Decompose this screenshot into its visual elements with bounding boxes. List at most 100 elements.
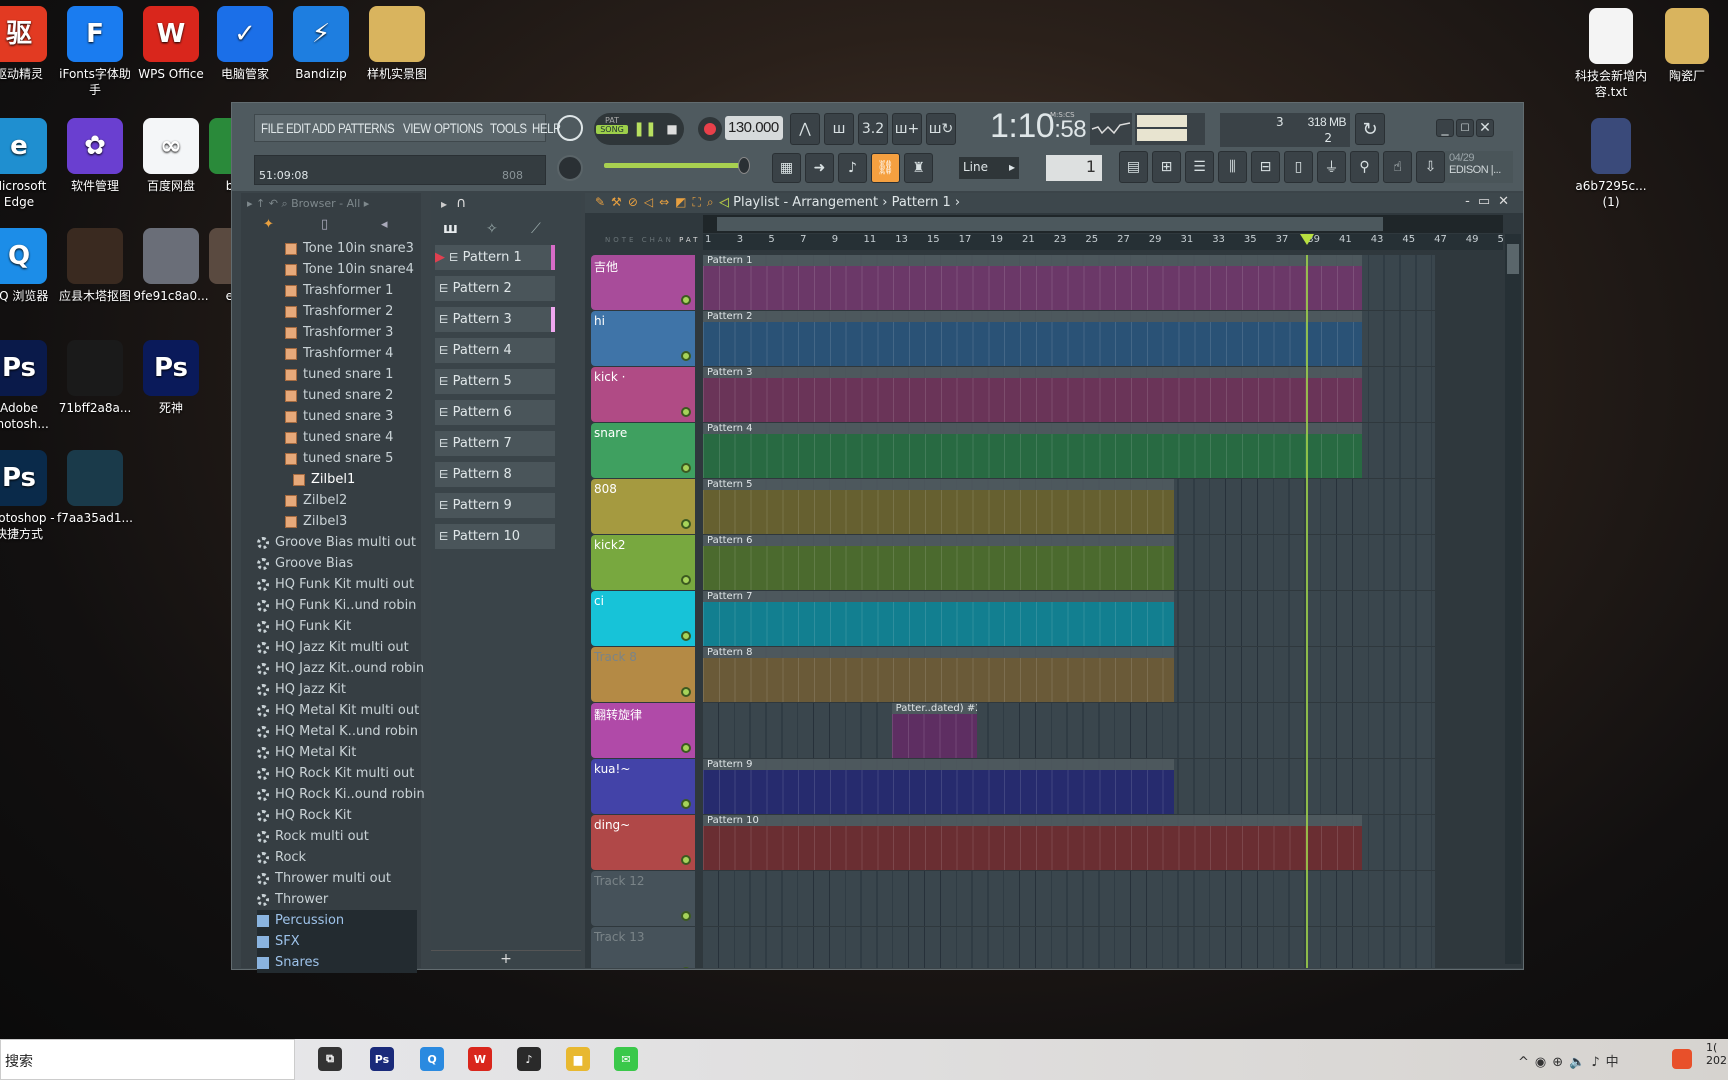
tempo-tapper-button[interactable]: ⚲ [1350, 151, 1379, 183]
menu-add[interactable]: ADD [312, 120, 335, 136]
menu-view[interactable]: VIEW [403, 120, 431, 136]
taskbar-task-view-icon[interactable]: ⧉ [318, 1047, 342, 1071]
slider-handle[interactable] [738, 157, 750, 174]
playlist-tools[interactable]: ✎⚒⊘◁⇔◩⛶⌕◁ [595, 195, 735, 210]
browser-item[interactable]: Percussion [257, 910, 417, 931]
browser-item[interactable]: Zilbel2 [285, 490, 347, 511]
stop-button[interactable]: ■ [660, 113, 684, 145]
overview-scrollbar[interactable] [703, 215, 1503, 233]
track-header[interactable]: Track 13 [591, 927, 695, 968]
browser-item[interactable]: HQ Rock Ki..ound robin [257, 784, 425, 805]
pattern-item[interactable]: ⋿ Pattern 4 [435, 338, 555, 363]
project-button[interactable]: ▯ [1284, 151, 1313, 183]
step-edit-button[interactable]: ш+ [892, 113, 922, 145]
track-lane[interactable] [703, 871, 1435, 926]
track-header[interactable]: snare [591, 423, 695, 478]
desktop-icon[interactable]: ✿ 软件管理 [56, 118, 134, 194]
track-mute-led[interactable] [681, 911, 691, 921]
playhead-marker[interactable] [1299, 234, 1314, 245]
desktop-icon[interactable]: 驱驱动精灵 [0, 6, 58, 82]
scroll-thumb[interactable] [717, 217, 1383, 231]
pattern-item[interactable]: ⋿ Pattern 10 [435, 524, 555, 549]
browser-item[interactable]: Trashformer 4 [285, 343, 393, 364]
play-icon[interactable]: ▸ [441, 197, 447, 211]
taskbar-wps-icon[interactable]: W [468, 1047, 492, 1071]
pattern-selector[interactable]: 1 [1046, 155, 1102, 181]
channel-rack-button[interactable]: ☰ [1185, 151, 1214, 183]
audio-icon[interactable]: ✧ [486, 221, 498, 237]
browser-item[interactable]: Thrower [257, 889, 328, 910]
browser-item[interactable]: tuned snare 2 [285, 385, 393, 406]
menu-file[interactable]: FILE [261, 120, 284, 136]
automation-icon[interactable]: ⟋ [531, 221, 541, 237]
browser-item[interactable]: Thrower multi out [257, 868, 391, 889]
clock[interactable]: 1(202 [1706, 1041, 1727, 1067]
browser-item[interactable]: HQ Metal K..und robin [257, 721, 418, 742]
breadcrumb-pattern[interactable]: Pattern 1 [892, 195, 951, 210]
pattern-clip[interactable]: Pattern 1 [703, 255, 1363, 310]
pattern-item[interactable]: ⋿ Pattern 9 [435, 493, 555, 518]
track-header[interactable]: Track 8 [591, 647, 695, 702]
snap-select[interactable]: Line ▸ [959, 157, 1019, 179]
track-mute-led[interactable] [681, 407, 691, 417]
browser-item[interactable]: Zilbel1 [293, 469, 355, 490]
taskbar-file-explorer-icon[interactable]: ▆ [566, 1047, 590, 1071]
desktop-icon[interactable]: ✓ 电脑管家 [206, 6, 284, 82]
taskbar-photoshop-icon[interactable]: Ps [370, 1047, 394, 1071]
close-button[interactable]: ✕ [1476, 119, 1494, 137]
browser-item[interactable]: SFX [257, 931, 417, 952]
track-mute-led[interactable] [681, 967, 691, 968]
menu-options[interactable]: OPTIONS [434, 120, 483, 136]
browser-item[interactable]: Snares [257, 952, 417, 973]
track-header[interactable]: Track 12 [591, 871, 695, 926]
snap-browser-icon[interactable]: ✦ [263, 217, 274, 232]
plugin-database-button[interactable]: ⏚ [1317, 151, 1346, 183]
desktop-icon[interactable]: Ps Adobe Photosh... [0, 340, 58, 432]
browser-item[interactable]: Tone 10in snare3 [285, 238, 414, 259]
scale-levels-button[interactable]: ♜ [904, 153, 933, 183]
track-header[interactable]: hi [591, 311, 695, 366]
browser-item[interactable]: tuned snare 4 [285, 427, 393, 448]
browser-item[interactable]: Zilbel3 [285, 511, 347, 532]
track-mute-led[interactable] [681, 519, 691, 529]
record-button[interactable] [698, 117, 722, 141]
track-mute-led[interactable] [681, 463, 691, 473]
browser-title[interactable]: Browser - All [291, 197, 360, 210]
pattern-item[interactable]: ⋿ Pattern 8 [435, 462, 555, 487]
plug-icon[interactable]: ◂ [381, 217, 388, 232]
browser-item[interactable]: tuned snare 5 [285, 448, 393, 469]
taskbar-fl-studio-icon[interactable]: ♪ [517, 1047, 541, 1071]
browser-item[interactable]: HQ Jazz Kit [257, 679, 346, 700]
track-mute-led[interactable] [681, 295, 691, 305]
desktop-icon[interactable]: 71bff2a8a... [56, 340, 134, 416]
pattern-clip[interactable]: Patter..dated) #2 [891, 703, 978, 758]
desktop-icon[interactable]: Ps 死神 [132, 340, 210, 416]
browser-item[interactable]: Rock [257, 847, 306, 868]
step-record-button[interactable]: ➜ [805, 153, 834, 183]
system-tray[interactable]: ^◉⊕🔈♪中 [1518, 1051, 1625, 1070]
pattern-item[interactable]: ⋿ Pattern 6 [435, 400, 555, 425]
multilink-button[interactable]: ⛓ [871, 153, 900, 183]
track-mute-led[interactable] [681, 575, 691, 585]
track-header[interactable]: 翻转旋律 [591, 703, 695, 758]
piano-icon[interactable]: ш [443, 221, 458, 237]
pattern-item[interactable]: ⋿ Pattern 7 [435, 431, 555, 456]
browser-item[interactable]: HQ Rock Kit [257, 805, 352, 826]
timeline-ruler[interactable]: 1 3 5 7 9 11 13 15 17 19 21 23 25 27 29 31 33 35 37 39 41 43 4… [703, 234, 1510, 250]
search-box[interactable]: 搜索 [0, 1039, 295, 1080]
browser-item[interactable]: Groove Bias multi out [257, 532, 416, 553]
blend-notes-button[interactable]: ♪ [838, 153, 867, 183]
track-header[interactable]: kick2 [591, 535, 695, 590]
track-header[interactable]: ci [591, 591, 695, 646]
browser-item[interactable]: HQ Funk Ki..und robin [257, 595, 416, 616]
browser-item[interactable]: HQ Jazz Kit..ound robin [257, 658, 424, 679]
pattern-clip[interactable]: Pattern 7 [703, 591, 1174, 646]
menu-edit[interactable]: EDIT [286, 120, 311, 136]
pattern-clip[interactable]: Pattern 9 [703, 759, 1174, 814]
sogou-icon[interactable] [1672, 1049, 1692, 1069]
menu-patterns[interactable]: PATTERNS [338, 120, 395, 136]
taskbar-qq-browser-icon[interactable]: Q [420, 1047, 444, 1071]
track-header[interactable]: kick · [591, 367, 695, 422]
pattern-item[interactable]: ⋿ Pattern 3 [435, 307, 555, 332]
track-header[interactable]: 808 [591, 479, 695, 534]
